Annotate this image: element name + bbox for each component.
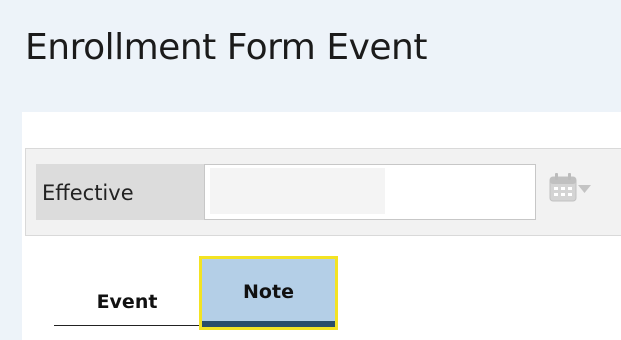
tab-event[interactable]: Event xyxy=(54,270,200,326)
effective-label: Effective xyxy=(42,181,134,205)
tab-note[interactable]: Note xyxy=(199,256,338,330)
effective-date-input[interactable] xyxy=(204,164,536,220)
tab-note-label: Note xyxy=(243,281,294,303)
left-margin xyxy=(0,112,22,340)
page-header: Enrollment Form Event xyxy=(0,0,621,112)
selected-tab-indicator xyxy=(202,321,335,327)
tab-event-label: Event xyxy=(96,291,158,313)
page-title: Enrollment Form Event xyxy=(25,27,427,68)
calendar-dropdown-icon[interactable] xyxy=(547,172,595,208)
